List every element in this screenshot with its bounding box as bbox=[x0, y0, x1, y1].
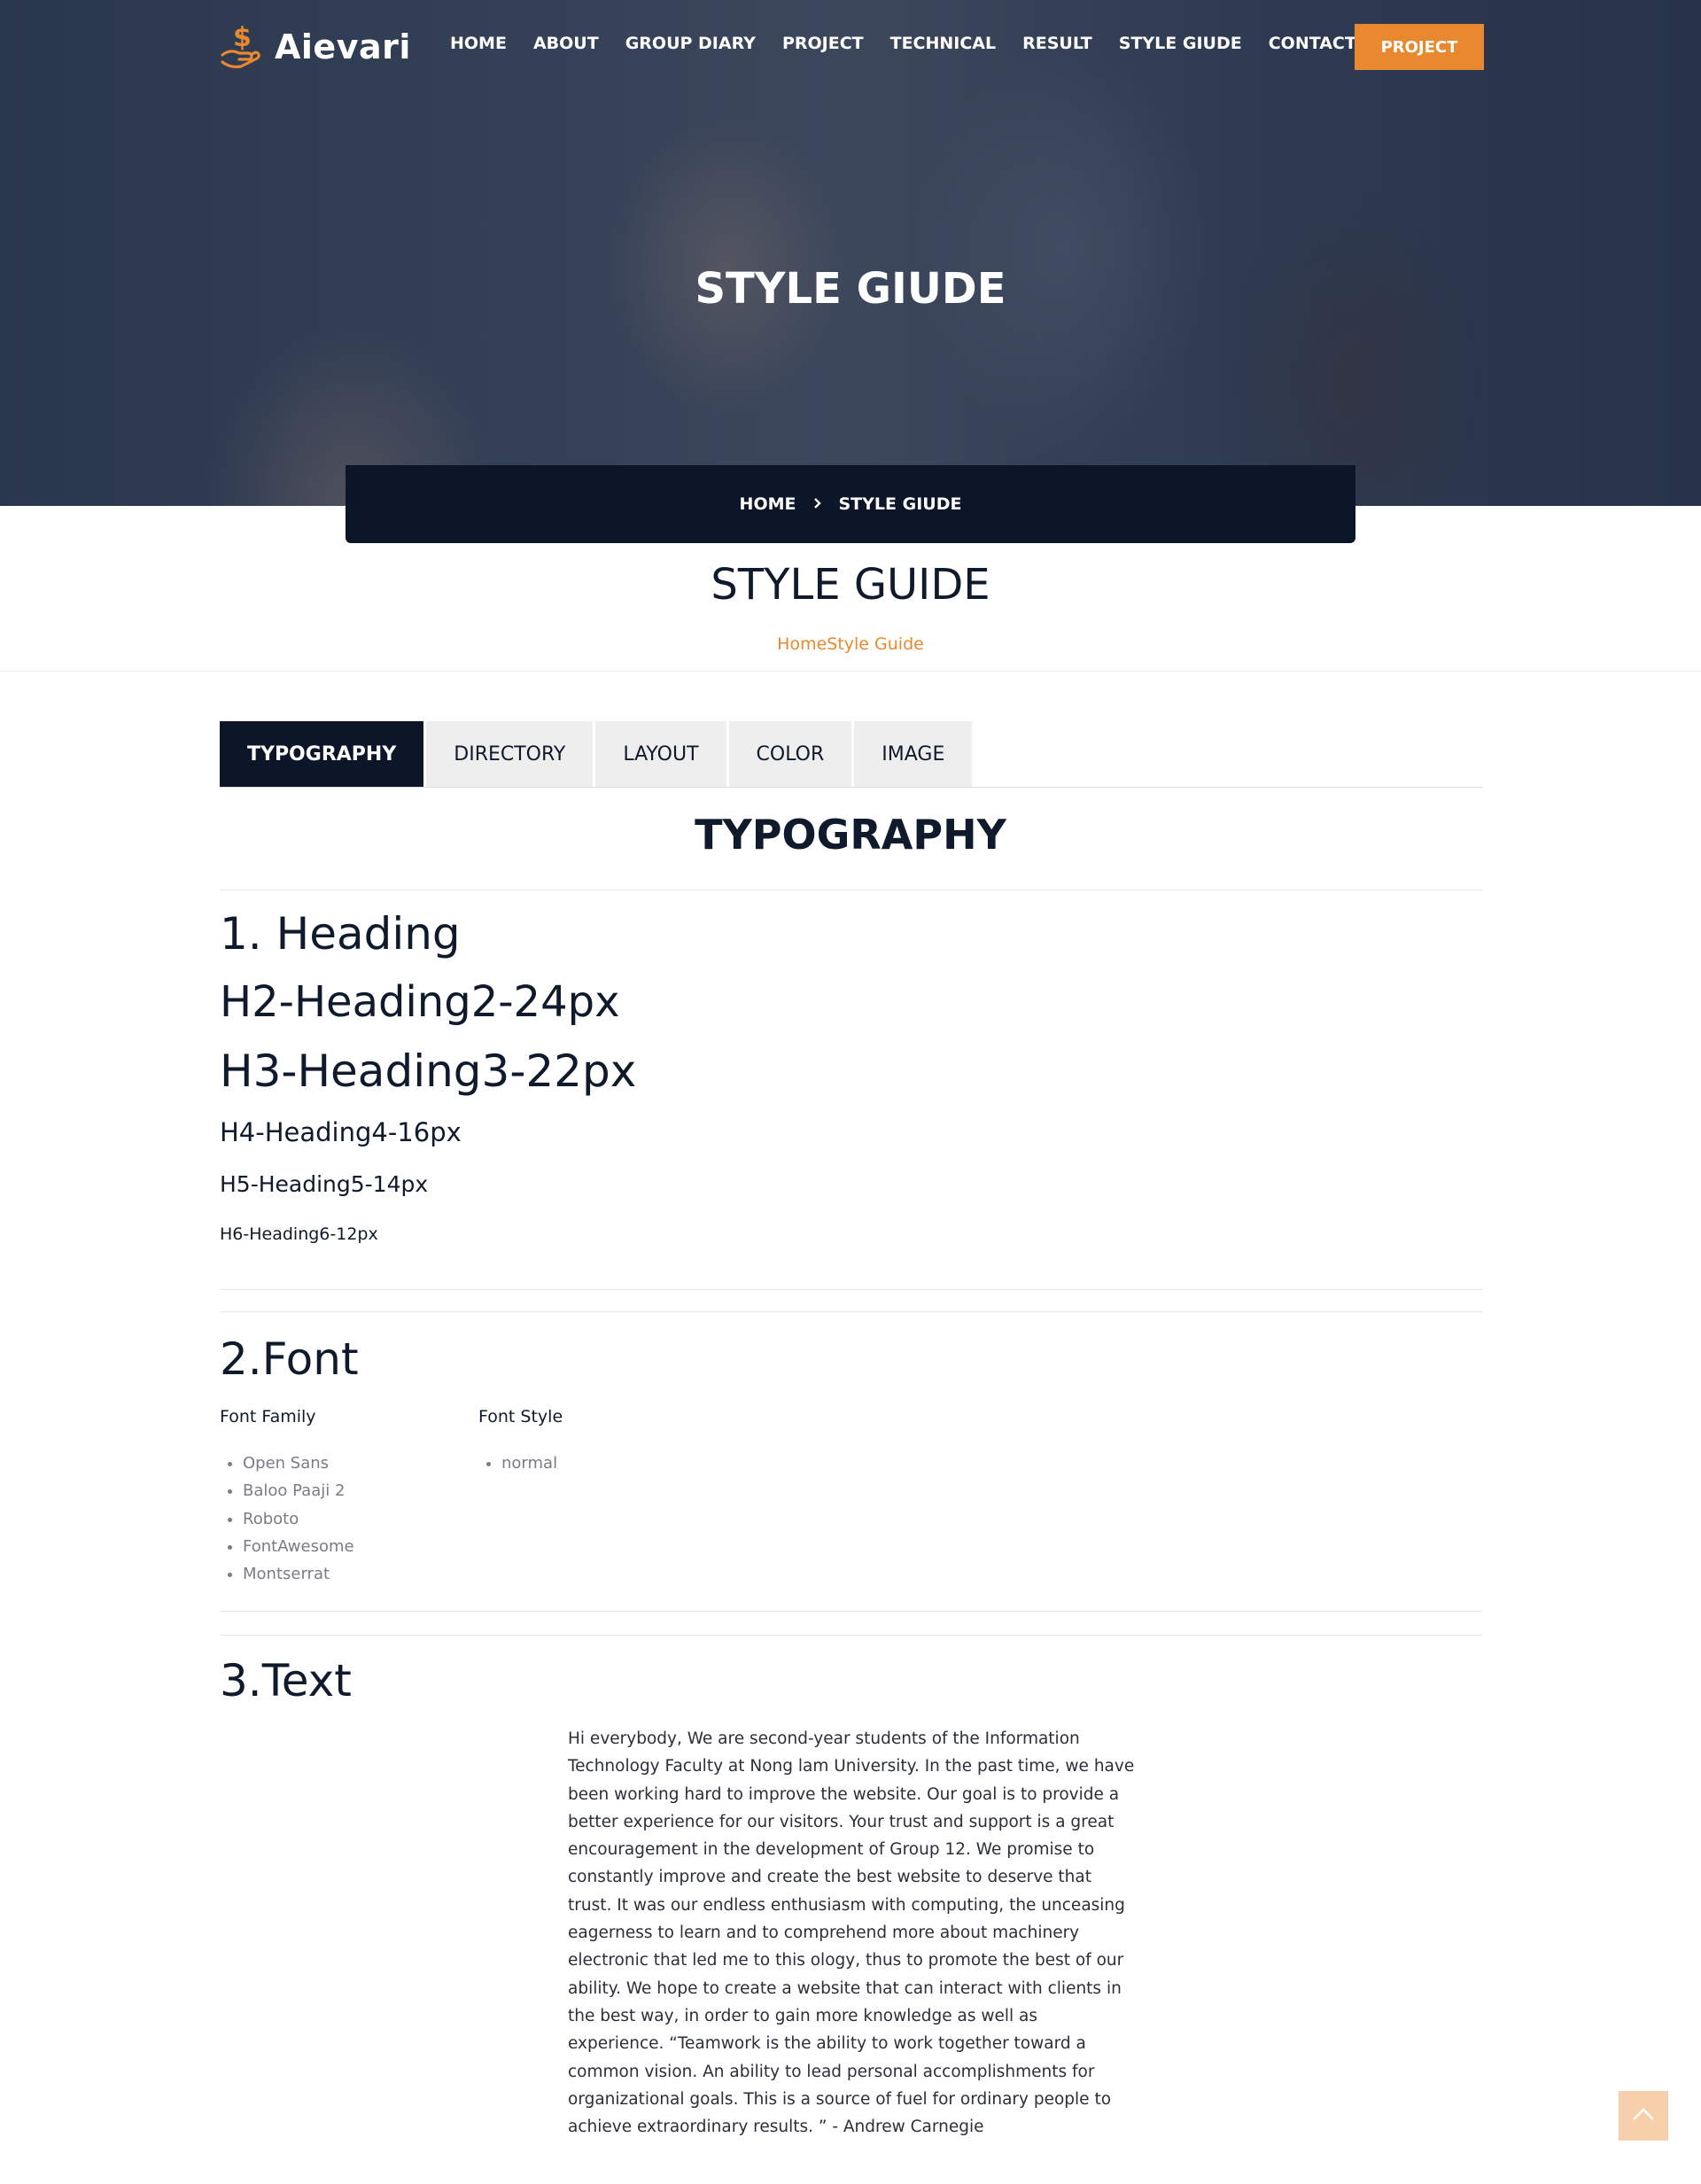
divider bbox=[0, 671, 1701, 672]
font-style-list: normal bbox=[478, 1450, 557, 1477]
divider bbox=[220, 1611, 1482, 1612]
svg-text:$: $ bbox=[233, 22, 252, 53]
nav-group-diary[interactable]: GROUP DIARY bbox=[625, 34, 756, 53]
sub-breadcrumb[interactable]: HomeStyle Guide bbox=[0, 634, 1701, 654]
chevron-right-icon bbox=[812, 495, 823, 514]
nav-result[interactable]: RESULT bbox=[1022, 34, 1092, 53]
nav-about[interactable]: ABOUT bbox=[533, 34, 599, 53]
font-family-label: Font Family bbox=[220, 1407, 316, 1426]
nav-contact[interactable]: CONTACT bbox=[1269, 34, 1356, 53]
dollar-hand-icon: $ bbox=[220, 19, 266, 74]
brand-name: Aievari bbox=[275, 27, 411, 66]
hero-overlay bbox=[0, 0, 1701, 506]
heading-5-sample: H5-Heading5-14px bbox=[220, 1171, 429, 1197]
nav-project[interactable]: PROJECT bbox=[782, 34, 864, 53]
heading-3-sample: H3-Heading3-22px bbox=[220, 1045, 637, 1097]
list-item: Baloo Paaji 2 bbox=[243, 1477, 354, 1504]
nav-technical[interactable]: TECHNICAL bbox=[890, 34, 997, 53]
brand-logo[interactable]: $ Aievari bbox=[220, 19, 411, 74]
nav-style-guide[interactable]: STYLE GIUDE bbox=[1119, 34, 1242, 53]
tab-layout[interactable]: LAYOUT bbox=[595, 721, 726, 788]
tab-bar: TYPOGRAPHY DIRECTORY LAYOUT COLOR IMAGE bbox=[220, 721, 975, 788]
heading-6-sample: H6-Heading6-12px bbox=[220, 1224, 378, 1244]
breadcrumb-home[interactable]: HOME bbox=[740, 494, 796, 514]
list-item: Roboto bbox=[243, 1505, 354, 1533]
main-nav: HOME ABOUT GROUP DIARY PROJECT TECHNICAL… bbox=[450, 34, 1383, 53]
heading-4-sample: H4-Heading4-16px bbox=[220, 1117, 462, 1147]
back-to-top-button[interactable] bbox=[1619, 2091, 1668, 2141]
list-item: Montserrat bbox=[243, 1560, 354, 1588]
text-section-title: 3.Text bbox=[220, 1655, 352, 1706]
tab-color[interactable]: COLOR bbox=[728, 721, 852, 788]
list-item: FontAwesome bbox=[243, 1533, 354, 1560]
divider bbox=[220, 1311, 1482, 1312]
project-button[interactable]: PROJECT bbox=[1355, 24, 1484, 70]
section-title: TYPOGRAPHY bbox=[695, 811, 1006, 859]
sample-paragraph: Hi everybody, We are second-year student… bbox=[568, 1729, 1135, 2137]
breadcrumb-current: STYLE GIUDE bbox=[838, 494, 962, 514]
tab-typography[interactable]: TYPOGRAPHY bbox=[220, 721, 424, 788]
list-item: normal bbox=[501, 1450, 557, 1477]
font-section-title: 2.Font bbox=[220, 1333, 359, 1385]
divider bbox=[220, 1289, 1482, 1290]
breadcrumb: HOME STYLE GIUDE bbox=[346, 465, 1355, 543]
divider bbox=[220, 1635, 1482, 1636]
heading-2-sample: H2-Heading2-24px bbox=[220, 977, 620, 1027]
tab-underline bbox=[220, 787, 1482, 788]
heading-1-sample: 1. Heading bbox=[220, 908, 461, 960]
chevron-up-icon bbox=[1631, 2106, 1656, 2126]
hero-title: STYLE GIUDE bbox=[695, 264, 1006, 314]
font-family-list: Open Sans Baloo Paaji 2 Roboto FontAweso… bbox=[220, 1450, 354, 1588]
list-item: Open Sans bbox=[243, 1450, 354, 1477]
tab-directory[interactable]: DIRECTORY bbox=[426, 721, 594, 788]
page-title: STYLE GUIDE bbox=[711, 560, 990, 610]
hero-banner: $ Aievari HOME ABOUT GROUP DIARY PROJECT… bbox=[0, 0, 1701, 506]
font-style-label: Font Style bbox=[478, 1407, 563, 1426]
tab-image[interactable]: IMAGE bbox=[854, 721, 973, 788]
nav-home[interactable]: HOME bbox=[450, 34, 507, 53]
